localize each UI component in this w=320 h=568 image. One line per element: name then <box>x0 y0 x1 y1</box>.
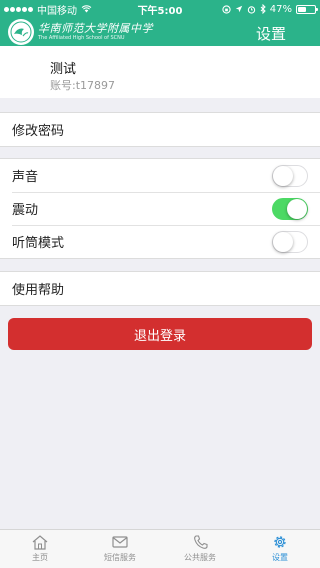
bluetooth-icon <box>260 4 266 14</box>
earpiece-mode-row: 听筒模式 <box>0 225 320 258</box>
alarm-icon <box>247 5 255 14</box>
toggle-knob <box>287 198 307 219</box>
vibrate-label: 震动 <box>12 203 39 218</box>
password-group: 修改密码 <box>0 112 320 147</box>
wifi-icon <box>81 5 92 13</box>
school-name-cn: 华南师范大学附属中学 <box>38 22 153 35</box>
change-password-label: 修改密码 <box>12 124 65 139</box>
earpiece-mode-toggle[interactable] <box>272 230 308 253</box>
signal-strength-icon <box>4 6 33 12</box>
profile-account: 账号:t17897 <box>50 79 116 92</box>
mail-icon <box>112 536 128 548</box>
tab-public-service[interactable]: 公共服务 <box>160 530 240 568</box>
home-icon <box>32 535 48 550</box>
toggle-knob <box>273 231 293 252</box>
profile-card[interactable]: 测试 账号:t17897 <box>0 46 320 98</box>
notification-settings-group: 声音 震动 听筒模式 <box>0 158 320 259</box>
tab-home[interactable]: 主页 <box>0 530 80 568</box>
avatar <box>10 54 44 88</box>
help-group: 使用帮助 <box>0 271 320 306</box>
vibrate-toggle[interactable] <box>272 197 308 220</box>
vibrate-row: 震动 <box>0 192 320 225</box>
status-left: 中国移动 <box>4 2 222 17</box>
toggle-knob <box>273 165 293 186</box>
phone-icon <box>194 535 208 549</box>
school-logo: 华南师范大学附属中学 The Affiliated High School of… <box>8 19 153 45</box>
help-label: 使用帮助 <box>12 283 65 298</box>
tab-settings[interactable]: 设置 <box>240 530 320 568</box>
nav-bar: 华南师范大学附属中学 The Affiliated High School of… <box>0 18 320 46</box>
location-icon <box>235 5 242 13</box>
tab-bar: 主页 短信服务 公共服务 设置 <box>0 529 320 568</box>
school-name: 华南师范大学附属中学 The Affiliated High School of… <box>38 23 153 41</box>
tab-sms-service[interactable]: 短信服务 <box>80 530 160 568</box>
tab-label: 公共服务 <box>184 553 216 562</box>
sound-row: 声音 <box>0 159 320 192</box>
sound-toggle[interactable] <box>272 164 308 187</box>
carrier-name: 中国移动 <box>37 5 77 17</box>
school-emblem-icon <box>8 19 34 45</box>
status-bar: 中国移动 下午5:00 47% <box>0 0 320 18</box>
lock-rotation-icon <box>222 4 231 14</box>
school-name-en: The Affiliated High School of SCNU <box>38 35 125 41</box>
battery-percent: 47% <box>269 3 292 15</box>
gear-icon <box>274 536 286 548</box>
battery-icon <box>296 4 318 14</box>
earpiece-mode-label: 听筒模式 <box>12 236 65 251</box>
help-row[interactable]: 使用帮助 <box>0 272 320 305</box>
logout-button[interactable]: 退出登录 <box>8 318 312 350</box>
sound-label: 声音 <box>12 170 39 185</box>
status-right: 47% <box>222 3 318 15</box>
tab-label: 主页 <box>32 553 48 562</box>
profile-name: 测试 <box>50 62 77 77</box>
tab-label: 短信服务 <box>104 553 136 562</box>
battery-level <box>298 6 306 12</box>
change-password-row[interactable]: 修改密码 <box>0 113 320 146</box>
tab-label: 设置 <box>272 553 288 562</box>
page-title: 设置 <box>255 25 286 43</box>
